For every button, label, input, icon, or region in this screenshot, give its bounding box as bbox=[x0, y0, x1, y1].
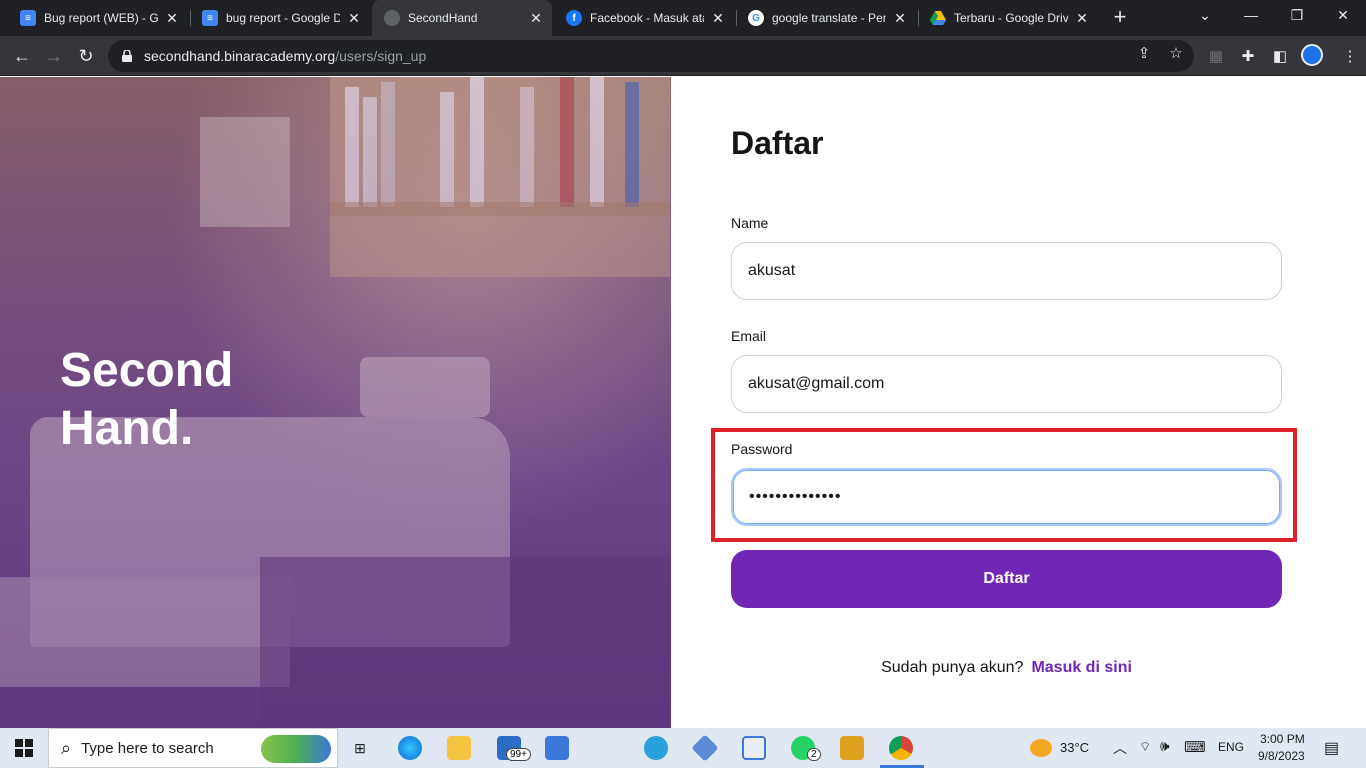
brand-line-2: Hand. bbox=[60, 402, 194, 455]
forward-button[interactable]: → bbox=[40, 42, 68, 70]
close-icon[interactable]: ✕ bbox=[892, 10, 908, 26]
windows-start-icon[interactable] bbox=[8, 732, 40, 764]
google-docs-icon: ≡ bbox=[20, 10, 36, 26]
browser-tab-strip: ≡ Bug report (WEB) - Go ✕ ≡ bug report -… bbox=[0, 0, 1366, 36]
browser-tab[interactable]: f Facebook - Masuk ata ✕ bbox=[554, 0, 734, 36]
task-view-icon[interactable]: ⊞ bbox=[346, 732, 374, 764]
browser-tab[interactable]: G google translate - Pen ✕ bbox=[736, 0, 916, 36]
brand-line-1: Second bbox=[60, 344, 234, 397]
bookmark-star-icon[interactable]: ☆ bbox=[1167, 44, 1185, 62]
login-prompt-line: Sudah punya akun? Masuk di sini bbox=[671, 659, 1342, 677]
tab-search-chevron-icon[interactable]: ⌄ bbox=[1182, 0, 1228, 30]
tab-title: SecondHand bbox=[408, 11, 478, 25]
tab-title: Bug report (WEB) - Go bbox=[44, 11, 158, 25]
new-tab-button[interactable]: + bbox=[1108, 6, 1132, 30]
restore-button[interactable]: ❐ bbox=[1274, 0, 1320, 30]
google-drive-icon bbox=[930, 10, 946, 26]
file-explorer-icon[interactable] bbox=[447, 736, 471, 760]
password-label: Password bbox=[731, 441, 793, 457]
share-icon[interactable]: ⇪ bbox=[1135, 44, 1153, 62]
volume-icon[interactable]: 🕪 bbox=[1160, 738, 1169, 755]
google-icon: G bbox=[748, 10, 764, 26]
whatsapp-badge: 2 bbox=[807, 748, 821, 761]
reload-button[interactable]: ↻ bbox=[72, 42, 100, 70]
windows-taskbar: ⌕ Type here to search ⊞ 99+ 2 33°C ︿ ⌔ 🕪… bbox=[0, 728, 1366, 768]
daftar-submit-button[interactable]: Daftar bbox=[731, 550, 1282, 608]
tab-title: google translate - Pen bbox=[772, 11, 886, 25]
email-label: Email bbox=[731, 328, 767, 344]
telegram-icon[interactable] bbox=[644, 736, 668, 760]
store-icon[interactable] bbox=[545, 736, 569, 760]
search-placeholder: Type here to search bbox=[81, 739, 214, 757]
name-label: Name bbox=[731, 215, 769, 231]
email-input[interactable]: akusat@gmail.com bbox=[731, 355, 1282, 413]
snipping-tool-icon[interactable] bbox=[691, 734, 719, 762]
puzzle-extensions-icon[interactable]: ✚ bbox=[1236, 44, 1260, 68]
taskbar-search-input[interactable]: ⌕ Type here to search bbox=[48, 728, 338, 768]
language-indicator[interactable]: ENG bbox=[1218, 740, 1244, 754]
side-panel-icon[interactable]: ◧ bbox=[1268, 44, 1292, 68]
close-icon[interactable]: ✕ bbox=[164, 10, 180, 26]
edge-icon[interactable] bbox=[398, 736, 422, 760]
browser-tab[interactable]: Terbaru - Google Drive ✕ bbox=[918, 0, 1098, 36]
password-input[interactable]: •••••••••••••• bbox=[731, 468, 1282, 526]
notification-icon[interactable]: ▤ bbox=[1324, 738, 1339, 758]
login-link[interactable]: Masuk di sini bbox=[1031, 659, 1131, 676]
address-bar[interactable]: secondhand.binaracademy.org/users/sign_u… bbox=[108, 40, 1194, 72]
browser-tab[interactable]: ≡ Bug report (WEB) - Go ✕ bbox=[8, 0, 188, 36]
tab-title: bug report - Google D bbox=[226, 11, 340, 25]
url-path: /users/sign_up bbox=[335, 48, 427, 64]
network-icon[interactable]: ⌔ bbox=[1139, 739, 1151, 755]
back-button[interactable]: ← bbox=[8, 42, 36, 70]
weather-temp[interactable]: 33°C bbox=[1060, 740, 1089, 755]
close-icon[interactable]: ✕ bbox=[1074, 10, 1090, 26]
browser-toolbar: ← → ↻ secondhand.binaracademy.org/users/… bbox=[0, 36, 1366, 76]
form-title: Daftar bbox=[731, 125, 824, 161]
keyboard-icon[interactable]: ⌨ bbox=[1184, 738, 1206, 756]
chrome-icon[interactable] bbox=[889, 736, 913, 760]
browser-tab-active[interactable]: SecondHand ✕ bbox=[372, 0, 552, 36]
brand-title: Second Hand. bbox=[60, 342, 233, 458]
tab-title: Terbaru - Google Drive bbox=[954, 11, 1068, 25]
menu-kebab-icon[interactable]: ⋮ bbox=[1338, 44, 1362, 68]
close-icon[interactable]: ✕ bbox=[346, 10, 362, 26]
profile-avatar[interactable] bbox=[1301, 44, 1323, 66]
browser-tab[interactable]: ≡ bug report - Google D ✕ bbox=[190, 0, 370, 36]
url-host: secondhand.binaracademy.org bbox=[144, 48, 336, 64]
lock-icon bbox=[122, 50, 132, 62]
name-input[interactable]: akusat bbox=[731, 242, 1282, 300]
facebook-icon: f bbox=[566, 10, 582, 26]
game-icon[interactable] bbox=[840, 736, 864, 760]
close-icon[interactable]: ✕ bbox=[710, 10, 726, 26]
clock-date[interactable]: 9/8/2023 bbox=[1258, 749, 1305, 763]
login-prompt-text: Sudah punya akun? bbox=[881, 659, 1024, 676]
signup-page: Second Hand. Daftar Name akusat Email ak… bbox=[0, 77, 1366, 728]
hero-image: Second Hand. bbox=[0, 77, 671, 728]
signup-form: Daftar Name akusat Email akusat@gmail.co… bbox=[671, 77, 1366, 728]
minimize-button[interactable]: — bbox=[1228, 0, 1274, 30]
close-icon[interactable]: ✕ bbox=[528, 10, 544, 26]
tab-title: Facebook - Masuk ata bbox=[590, 11, 704, 25]
globe-icon bbox=[384, 10, 400, 26]
close-window-button[interactable]: ✕ bbox=[1320, 0, 1366, 30]
weather-icon[interactable] bbox=[1030, 739, 1052, 757]
extension-icon[interactable]: ▦ bbox=[1204, 44, 1228, 68]
search-icon: ⌕ bbox=[61, 737, 72, 758]
google-docs-icon: ≡ bbox=[202, 10, 218, 26]
mail-badge: 99+ bbox=[506, 748, 531, 761]
sticky-window-icon[interactable] bbox=[742, 736, 766, 760]
tray-chevron-up-icon[interactable]: ︿ bbox=[1113, 738, 1127, 758]
clock-time[interactable]: 3:00 PM bbox=[1260, 732, 1305, 746]
search-highlight-icon bbox=[261, 735, 331, 763]
